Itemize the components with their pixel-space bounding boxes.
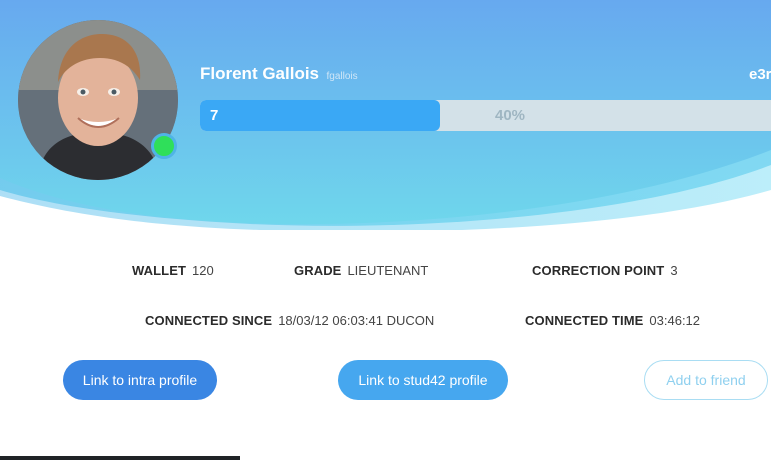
- correction-point-value: 3: [670, 263, 678, 278]
- wallet-stat: WALLET 120: [132, 263, 214, 278]
- profile-header: Florent Gallois fgallois e3r 7 40%: [0, 0, 771, 230]
- add-friend-button[interactable]: Add to friend: [644, 360, 768, 400]
- user-login: fgallois: [326, 71, 358, 82]
- grade-value: LIEUTENANT: [347, 263, 429, 278]
- connected-time-stat: CONNECTED TIME 03:46:12: [525, 313, 700, 328]
- intra-profile-link-button[interactable]: Link to intra profile: [63, 360, 217, 400]
- user-identity: Florent Gallois fgallois: [200, 64, 358, 84]
- connected-time-value: 03:46:12: [649, 313, 701, 328]
- level-progress-fill: [200, 100, 440, 131]
- grade-label: GRADE: [294, 263, 342, 278]
- wallet-label: WALLET: [132, 263, 187, 278]
- grade-stat: GRADE LIEUTENANT: [294, 263, 428, 278]
- connected-time-label: CONNECTED TIME: [525, 313, 644, 328]
- wallet-value: 120: [192, 263, 214, 278]
- connected-since-value: 18/03/12 06:03:41 DUCON: [278, 313, 435, 328]
- bottom-edge-divider: [0, 456, 240, 460]
- connected-since-stat: CONNECTED SINCE 18/03/12 06:03:41 DUCON: [145, 313, 434, 328]
- stud42-profile-link-button[interactable]: Link to stud42 profile: [338, 360, 508, 400]
- level-number: 7: [210, 107, 219, 124]
- level-percent: 40%: [495, 107, 526, 124]
- user-tag: e3r: [749, 66, 771, 83]
- user-name: Florent Gallois: [200, 64, 320, 83]
- correction-point-label: CORRECTION POINT: [532, 263, 665, 278]
- correction-point-stat: CORRECTION POINT 3: [532, 263, 678, 278]
- avatar-photo: [18, 20, 178, 180]
- level-progress-bar: 7 40%: [200, 100, 771, 131]
- user-avatar: [18, 20, 178, 180]
- online-status-indicator: [151, 133, 177, 159]
- connected-since-label: CONNECTED SINCE: [145, 313, 273, 328]
